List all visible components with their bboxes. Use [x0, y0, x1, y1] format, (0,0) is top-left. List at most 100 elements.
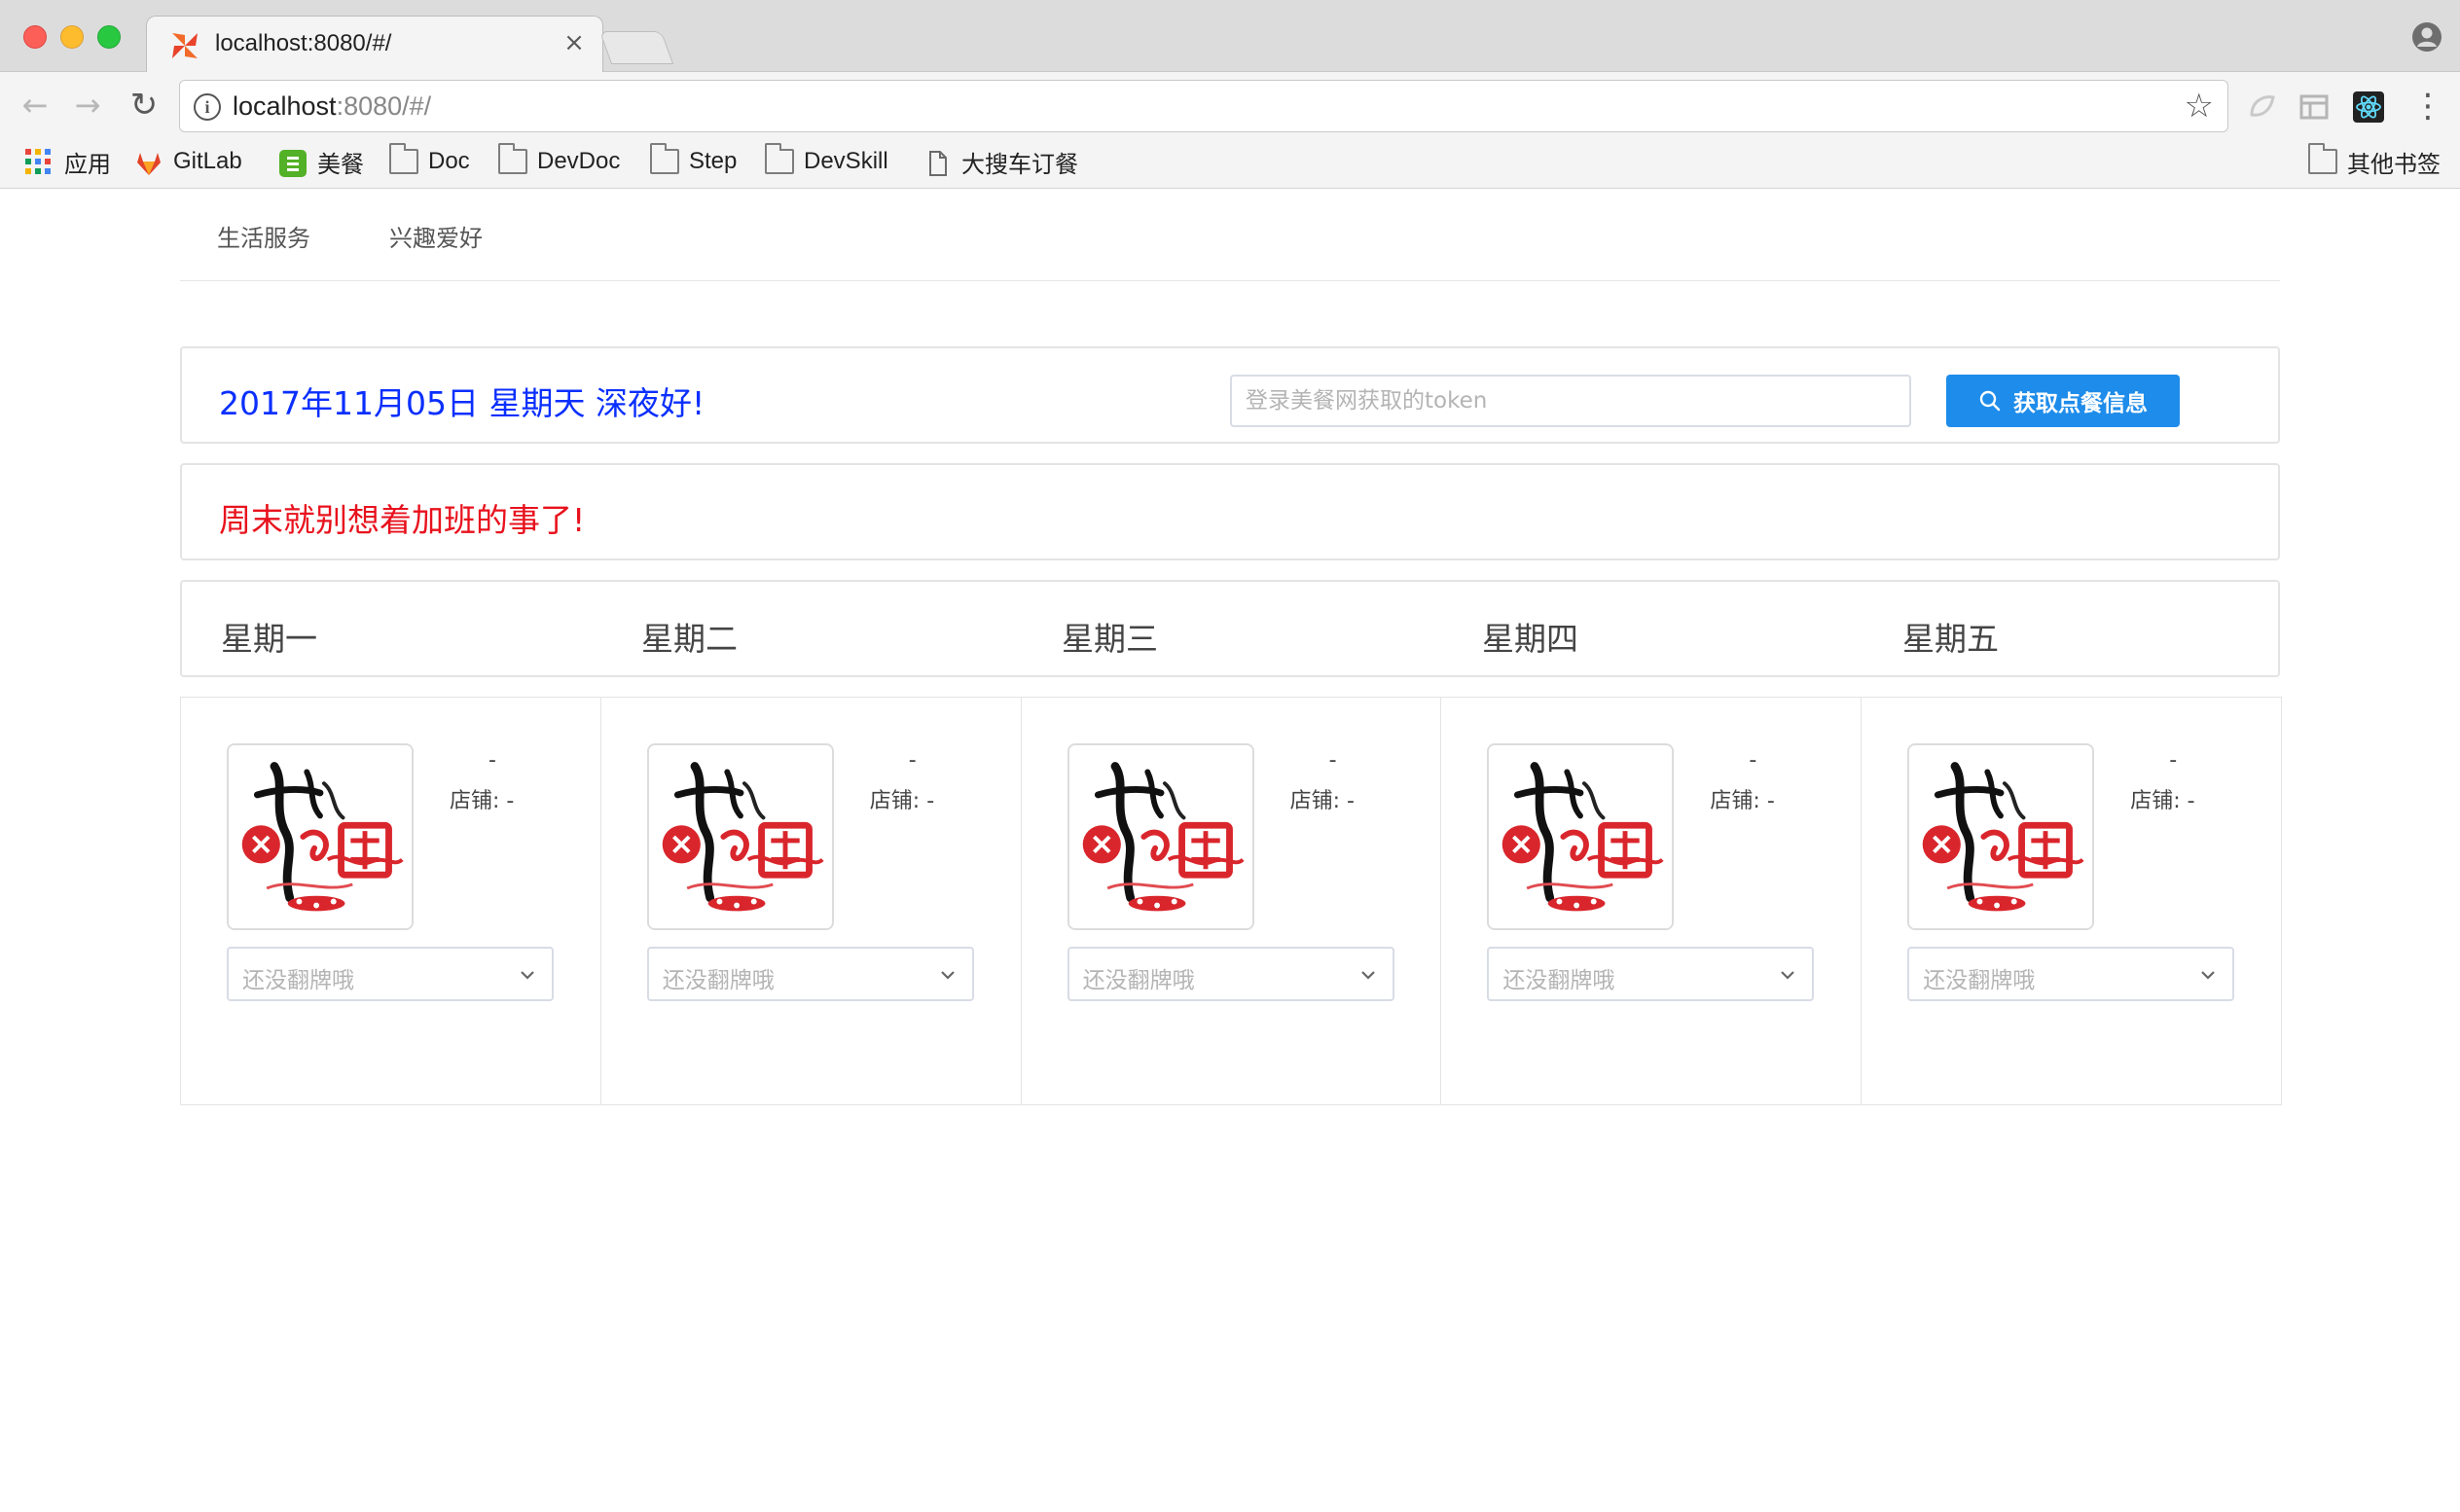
chevron-down-icon: [941, 971, 955, 980]
tab-title: localhost:8080/#/: [215, 30, 392, 56]
dish-name: -: [488, 748, 496, 773]
shop-value: -: [1766, 789, 1775, 813]
fetch-order-info-button[interactable]: 获取点餐信息: [1946, 375, 2180, 427]
dish-name: -: [1328, 748, 1337, 773]
url-host: localhost: [233, 91, 337, 121]
chevron-down-icon: [521, 971, 534, 980]
date-greeting: 2017年11月05日 星期天 深夜好!: [219, 384, 705, 422]
url-path: :8080/#/: [336, 91, 432, 121]
reload-icon[interactable]: ↻: [127, 88, 162, 123]
browser-tab[interactable]: localhost:8080/#/ ×: [146, 16, 603, 74]
bookmark-dasouche-order[interactable]: 大搜车订餐: [922, 144, 1078, 179]
shop-value: -: [926, 789, 935, 813]
gitlab-icon: [134, 149, 163, 175]
dish-image: [646, 743, 834, 930]
forward-arrow-icon[interactable]: →: [70, 88, 105, 123]
shop-info: 店铺: -: [870, 783, 934, 814]
select-placeholder: 还没翻牌哦: [1502, 968, 1615, 993]
festival-poster-image: [229, 745, 412, 928]
dish-select[interactable]: 还没翻牌哦: [227, 947, 554, 1001]
nav-item-life-services[interactable]: 生活服务: [217, 219, 310, 253]
chevron-down-icon: [1360, 971, 1375, 980]
day-header-friday: 星期五: [1902, 620, 1999, 658]
address-bar[interactable]: i localhost:8080/#/ ☆: [179, 80, 2228, 132]
extension-leaf-icon[interactable]: [2246, 91, 2277, 123]
bookmark-label: 大搜车订餐: [961, 151, 1078, 178]
bookmark-other[interactable]: 其他书签: [2308, 143, 2441, 179]
bookmark-label: Step: [689, 148, 738, 174]
meal-cell-friday: - 店铺: - 还没翻牌哦: [1862, 698, 2281, 1104]
meal-cell-thursday: - 店铺: - 还没翻牌哦: [1441, 698, 1863, 1104]
browser-toolbar: ← → ↻ i localhost:8080/#/ ☆ ⋮: [0, 72, 2460, 136]
chevron-down-icon: [2201, 971, 2215, 980]
folder-icon: [2308, 143, 2337, 174]
folder-icon: [498, 143, 527, 174]
day-header-tuesday: 星期二: [641, 620, 738, 658]
dish-select[interactable]: 还没翻牌哦: [646, 947, 974, 1001]
shop-label: 店铺:: [1710, 789, 1760, 813]
new-tab-button[interactable]: [598, 31, 674, 64]
festival-poster-image: [1489, 745, 1673, 928]
page-icon: [922, 149, 952, 176]
bookmarks-bar: 应用 GitLab 美餐 Doc DevDoc Step DevSkill 大搜…: [0, 136, 2460, 189]
site-info-icon[interactable]: i: [194, 93, 221, 121]
window-zoom-button[interactable]: [97, 25, 121, 49]
shop-info: 店铺: -: [2130, 783, 2194, 814]
bookmark-label: 美餐: [317, 151, 364, 178]
bookmark-step[interactable]: Step: [650, 143, 738, 179]
bookmark-devdoc[interactable]: DevDoc: [498, 143, 621, 179]
day-header-thursday: 星期四: [1482, 620, 1578, 658]
festival-poster-image: [1909, 745, 2093, 928]
token-input[interactable]: [1230, 375, 1911, 427]
tab-close-icon[interactable]: ×: [560, 28, 589, 57]
day-header-monday: 星期一: [221, 620, 317, 658]
shop-info: 店铺: -: [1290, 783, 1355, 814]
dish-image: [1487, 743, 1675, 930]
bookmark-star-icon[interactable]: ☆: [2185, 87, 2214, 126]
bookmark-label: DevDoc: [537, 148, 621, 174]
dish-select[interactable]: 还没翻牌哦: [1487, 947, 1815, 1001]
nav-item-hobbies[interactable]: 兴趣爱好: [389, 219, 483, 253]
search-icon: [1979, 390, 2001, 412]
dish-name: -: [908, 748, 917, 773]
meal-grid: - 店铺: - 还没翻牌哦 - 店铺: - 还没翻牌哦 - 店铺: - 还没翻牌…: [180, 697, 2282, 1105]
bookmark-doc[interactable]: Doc: [389, 143, 470, 179]
select-placeholder: 还没翻牌哦: [1923, 968, 2036, 993]
select-placeholder: 还没翻牌哦: [662, 968, 775, 993]
shop-info: 店铺: -: [450, 783, 514, 814]
weekend-notice: 周末就别想着加班的事了!: [219, 501, 586, 539]
browser-menu-icon[interactable]: ⋮: [2411, 90, 2444, 125]
weekday-header-card: 星期一 星期二 星期三 星期四 星期五: [180, 580, 2280, 677]
bookmark-label: 其他书签: [2347, 151, 2441, 178]
bookmark-gitlab[interactable]: GitLab: [134, 144, 242, 179]
bookmark-label: DevSkill: [804, 148, 888, 174]
shop-value: -: [506, 789, 515, 813]
meican-icon: [278, 149, 308, 177]
meal-cell-monday: - 店铺: - 还没翻牌哦: [181, 698, 601, 1104]
shop-label: 店铺:: [450, 789, 500, 813]
window-minimize-button[interactable]: [60, 25, 84, 49]
bookmark-apps[interactable]: 应用: [25, 144, 111, 179]
dish-select[interactable]: 还没翻牌哦: [1907, 947, 2235, 1001]
profile-icon[interactable]: [2411, 21, 2442, 53]
bookmark-label: Doc: [428, 148, 470, 174]
shop-label: 店铺:: [1289, 789, 1341, 813]
shop-value: -: [1347, 789, 1355, 813]
select-placeholder: 还没翻牌哦: [242, 968, 354, 993]
back-arrow-icon[interactable]: ←: [18, 88, 53, 123]
extension-layout-icon[interactable]: [2298, 91, 2330, 123]
shop-label: 店铺:: [2130, 789, 2181, 813]
bookmark-devskill[interactable]: DevSkill: [765, 143, 888, 179]
bookmark-meican[interactable]: 美餐: [278, 144, 364, 179]
pinwheel-favicon-icon: [172, 33, 198, 58]
dish-name: -: [2169, 748, 2178, 773]
greeting-card: 2017年11月05日 星期天 深夜好! 获取点餐信息: [180, 346, 2280, 444]
dish-select[interactable]: 还没翻牌哦: [1067, 947, 1394, 1001]
fetch-order-info-label: 获取点餐信息: [2013, 391, 2148, 416]
meal-cell-wednesday: - 店铺: - 还没翻牌哦: [1022, 698, 1442, 1104]
dish-image: [1067, 743, 1254, 930]
dish-image: [227, 743, 414, 930]
shop-info: 店铺: -: [1710, 783, 1774, 814]
react-devtools-icon[interactable]: [2353, 91, 2384, 123]
window-close-button[interactable]: [23, 25, 47, 49]
